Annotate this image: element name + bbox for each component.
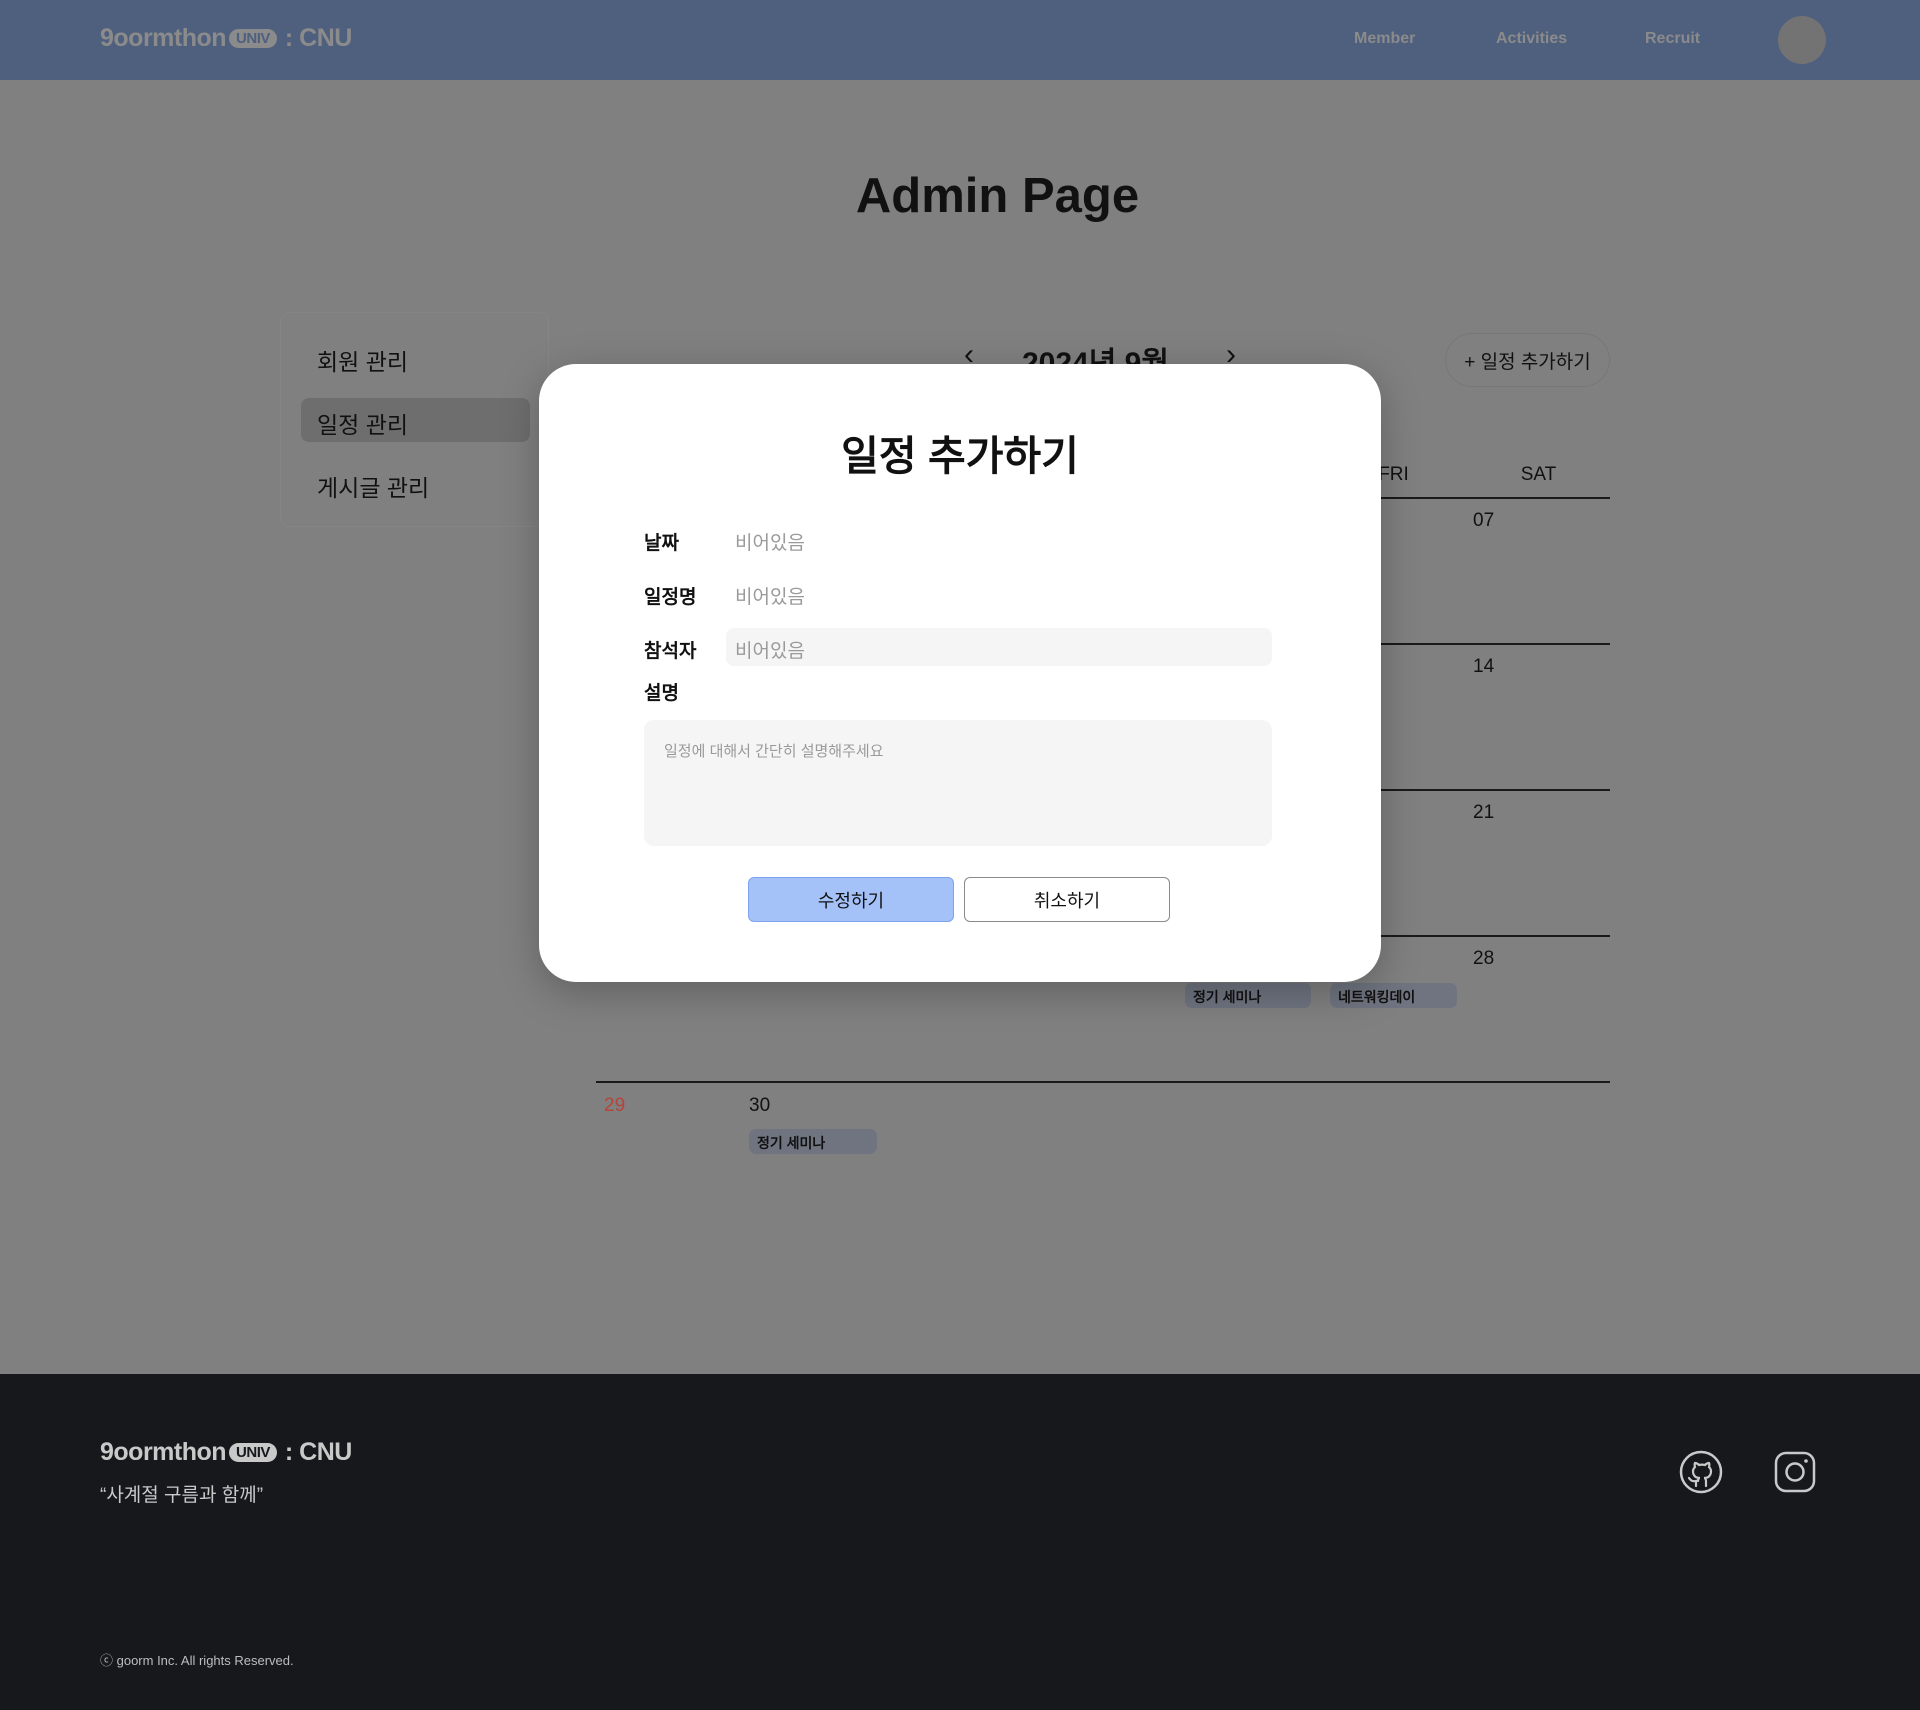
calendar-day[interactable]: 14 — [1473, 656, 1494, 678]
calendar-day[interactable]: 28 — [1473, 948, 1494, 970]
copyright: ⓒ goorm Inc. All rights Reserved. — [100, 1653, 294, 1668]
attendees-value[interactable]: 비어있음 — [735, 636, 805, 663]
sidebar-item-schedule[interactable]: 일정 관리 — [301, 398, 530, 442]
logo-suffix: : CNU — [284, 24, 352, 52]
event-chip[interactable]: 정기 세미나 — [749, 1129, 877, 1154]
cancel-button[interactable]: 취소하기 — [964, 877, 1170, 922]
instagram-icon[interactable] — [1773, 1450, 1817, 1494]
nav-activities[interactable]: Activities — [1496, 30, 1567, 48]
logo-badge: UNIV — [229, 1443, 277, 1462]
github-icon[interactable] — [1679, 1450, 1723, 1494]
description-textarea[interactable]: 일정에 대해서 간단히 설명해주세요 — [644, 720, 1272, 846]
schedule-name-field[interactable]: 비어있음 — [735, 582, 805, 609]
event-chip[interactable]: 정기 세미나 — [1185, 983, 1311, 1008]
avatar[interactable] — [1778, 16, 1826, 64]
save-button[interactable]: 수정하기 — [748, 877, 954, 922]
admin-sidebar: 회원 관리 일정 관리 게시글 관리 — [280, 312, 549, 527]
page-title: Admin Page — [855, 169, 1140, 223]
add-schedule-button[interactable]: + 일정 추가하기 — [1445, 333, 1610, 387]
modal-title: 일정 추가하기 — [841, 433, 1079, 479]
date-label: 날짜 — [644, 533, 679, 554]
schedule-name-label: 일정명 — [644, 587, 697, 608]
footer-logo: 9oormthon UNIV : CNU — [100, 1438, 352, 1467]
nav-recruit[interactable]: Recruit — [1645, 30, 1700, 48]
logo[interactable]: 9oormthon UNIV : CNU — [100, 24, 352, 53]
event-chip[interactable]: 네트워킹데이 — [1330, 983, 1457, 1008]
nav-member[interactable]: Member — [1354, 30, 1415, 48]
divider — [596, 1081, 1610, 1083]
logo-text: 9oormthon — [100, 24, 227, 52]
logo-badge: UNIV — [229, 29, 277, 48]
top-nav: 9oormthon UNIV : CNU Member Activities Rec… — [0, 0, 1920, 80]
calendar-day[interactable]: 07 — [1473, 510, 1494, 532]
logo-text: 9oormthon — [100, 1438, 227, 1466]
logo-suffix: : CNU — [284, 1438, 352, 1466]
calendar-day[interactable]: 21 — [1473, 802, 1494, 824]
attendees-label: 참석자 — [644, 641, 697, 662]
add-schedule-modal: 일정 추가하기 날짜 비어있음 일정명 비어있음 참석자 비어있음 설명 일정에… — [539, 364, 1381, 982]
calendar-day-sunday[interactable]: 29 — [604, 1095, 625, 1117]
footer-tagline: “사계절 구름과 함께” — [100, 1485, 264, 1506]
calendar-day[interactable]: 30 — [749, 1095, 770, 1117]
date-field[interactable]: 비어있음 — [735, 528, 805, 555]
weekday-sat: SAT — [1520, 464, 1557, 485]
description-label: 설명 — [644, 683, 679, 704]
sidebar-item-posts[interactable]: 게시글 관리 — [301, 461, 530, 505]
sidebar-item-members[interactable]: 회원 관리 — [301, 335, 530, 379]
attendees-input[interactable] — [726, 628, 1272, 666]
